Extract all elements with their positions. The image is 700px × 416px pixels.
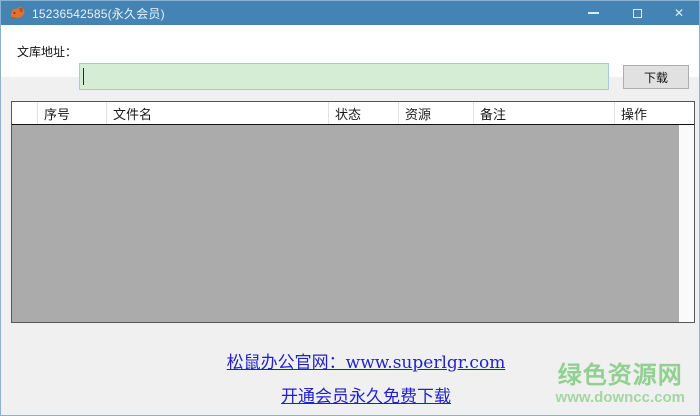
maximize-button[interactable]	[615, 1, 659, 25]
minimize-button[interactable]	[571, 1, 615, 25]
table-header-checkbox-col[interactable]	[12, 102, 38, 124]
table-header-resource[interactable]: 资源	[399, 102, 474, 124]
table-header-operation[interactable]: 操作	[615, 102, 694, 124]
text-caret	[83, 68, 84, 85]
close-icon: ✕	[674, 7, 684, 19]
library-address-label: 文库地址：	[17, 25, 77, 77]
official-site-link[interactable]: 松鼠办公官网：www.superlgr.com	[227, 348, 506, 373]
watermark-site-name: 绿色资源网	[556, 363, 685, 389]
file-table: 序号 文件名 状态 资源 备注 操作	[11, 101, 695, 323]
app-squirrel-icon	[10, 6, 26, 20]
table-body-empty	[12, 125, 694, 322]
watermark: 绿色资源网 www.downcc.com	[556, 363, 685, 406]
vip-upgrade-link[interactable]: 开通会员永久免费下载	[281, 382, 451, 407]
address-panel: 文库地址： 下载	[1, 25, 699, 77]
library-address-input-wrap	[79, 63, 609, 90]
table-header-row: 序号 文件名 状态 资源 备注 操作	[12, 102, 694, 125]
table-header-index[interactable]: 序号	[38, 102, 107, 124]
table-header-filename[interactable]: 文件名	[107, 102, 329, 124]
maximize-icon	[633, 9, 642, 18]
table-scrollbar-track	[679, 125, 694, 322]
library-address-input[interactable]	[79, 63, 609, 90]
window-title: 15236542585(永久会员)	[32, 5, 165, 22]
table-header-remark[interactable]: 备注	[474, 102, 615, 124]
titlebar: 15236542585(永久会员) ✕	[1, 1, 699, 25]
download-button[interactable]: 下载	[623, 65, 689, 89]
minimize-icon	[588, 12, 599, 14]
window-controls: ✕	[571, 1, 699, 25]
watermark-site-url: www.downcc.com	[556, 390, 685, 407]
close-button[interactable]: ✕	[659, 1, 699, 25]
app-window: 15236542585(永久会员) ✕ 文库地址： 下载 序号 文件名 状态 资…	[0, 0, 700, 416]
table-header-status[interactable]: 状态	[329, 102, 399, 124]
